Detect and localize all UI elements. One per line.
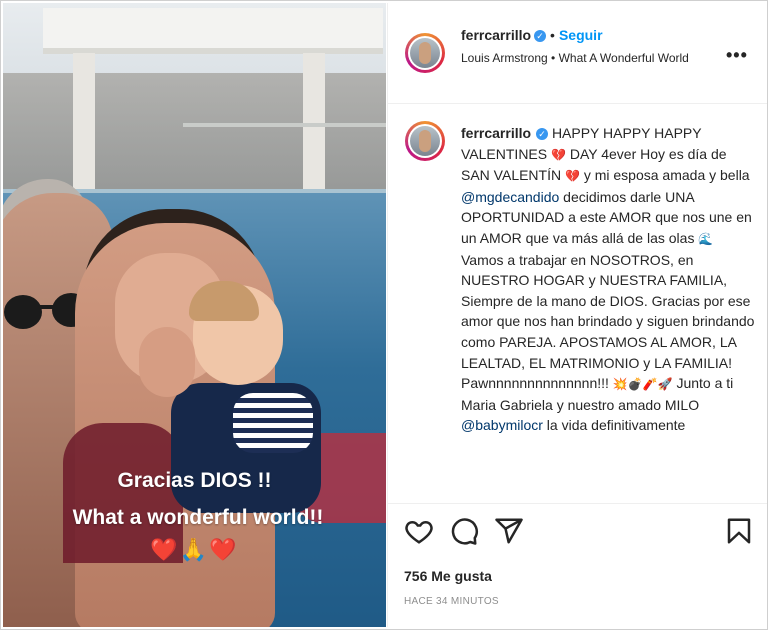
avatar[interactable]	[405, 33, 445, 73]
mention-link[interactable]: @babymilocr	[461, 417, 543, 433]
post-timestamp[interactable]: HACE 34 MINUTOS	[404, 596, 499, 607]
post-actions: 756 Me gusta HACE 34 MINUTOS	[388, 503, 767, 628]
story-caption-emojis: ❤️🙏❤️	[150, 537, 239, 562]
comment-icon[interactable]	[449, 516, 479, 546]
caption-username[interactable]: ferrcarrillo	[461, 125, 531, 141]
mention-link[interactable]: @mgdecandido	[461, 189, 559, 205]
emoji-row: 💥💣🧨🚀	[612, 377, 673, 392]
post-media[interactable]: Gracias DIOS !! What a wonderful world!!…	[3, 3, 386, 627]
heart-icon[interactable]	[404, 516, 434, 546]
building-roof	[43, 8, 383, 54]
story-caption-line1: Gracias DIOS !!	[117, 469, 272, 492]
post-details-panel: ferrcarrillo ✓ • Seguir Louis Armstrong • W…	[387, 3, 767, 628]
bookmark-icon[interactable]	[724, 516, 754, 546]
post-header: ferrcarrillo ✓ • Seguir Louis Armstrong • W…	[388, 3, 767, 104]
separator-dot: •	[550, 27, 555, 43]
username[interactable]: ferrcarrillo	[461, 27, 531, 43]
caption-avatar[interactable]	[405, 121, 445, 161]
heart-emoji: 💔	[551, 147, 566, 162]
post-caption: ferrcarrillo ✓ HAPPY HAPPY HAPPY VALENTIN…	[461, 125, 755, 434]
verified-badge-icon: ✓	[534, 30, 547, 42]
verified-badge-icon: ✓	[536, 128, 549, 140]
share-icon[interactable]	[494, 516, 524, 546]
more-options-icon[interactable]: •••	[726, 45, 748, 66]
follow-button[interactable]: Seguir	[559, 27, 603, 43]
heart-emoji: 💔	[565, 169, 580, 184]
like-count[interactable]: 756 Me gusta	[404, 568, 492, 584]
story-caption-line2: What a wonderful world!!	[72, 506, 324, 529]
audio-track-link[interactable]: Louis Armstrong • What A Wonderful World	[461, 49, 711, 67]
wave-emoji: 🌊	[698, 231, 714, 246]
